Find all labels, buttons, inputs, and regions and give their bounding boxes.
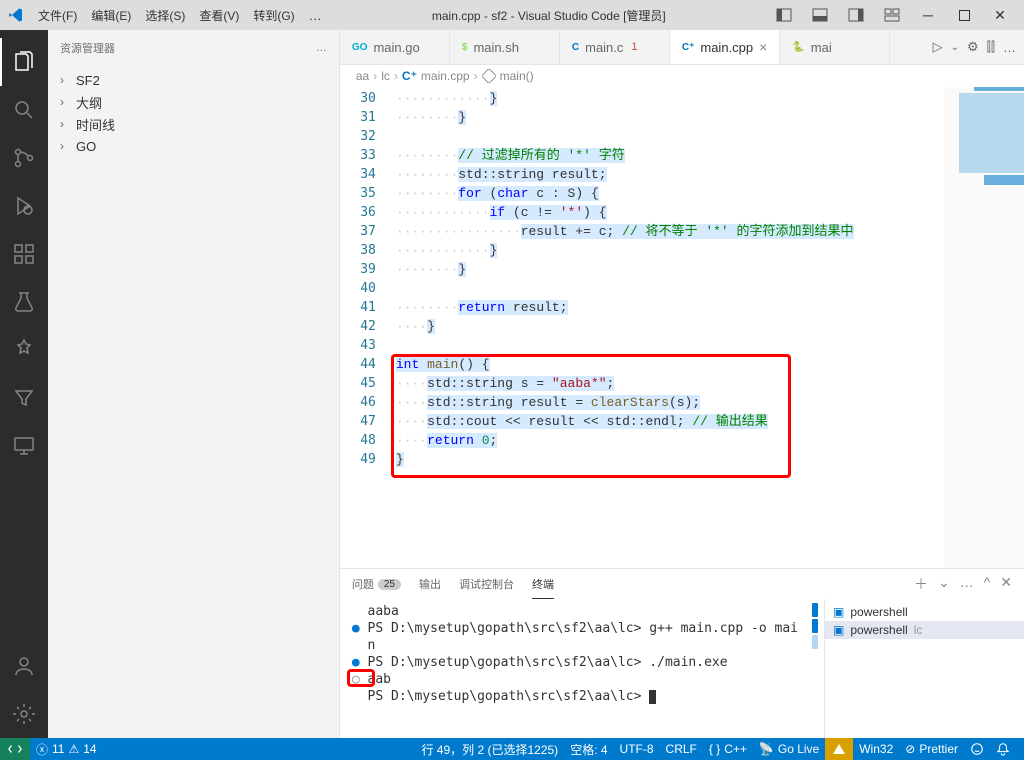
editor-tab[interactable]: C⁺main.cpp× — [670, 30, 780, 64]
panel-maximize-icon[interactable]: ^ — [984, 574, 991, 594]
menu-item[interactable]: 转到(G) — [247, 3, 300, 28]
tree-section[interactable]: ›GO — [48, 135, 339, 157]
panel-more-icon[interactable]: … — [960, 574, 974, 594]
window-title: main.cpp - sf2 - Visual Studio Code [管理员… — [330, 7, 768, 24]
settings-icon[interactable] — [0, 690, 48, 738]
minimize-button[interactable]: ─ — [912, 3, 944, 27]
close-button[interactable]: ✕ — [984, 3, 1016, 27]
menu-item[interactable]: 查看(V) — [193, 3, 245, 28]
breadcrumb-item[interactable]: main() — [500, 69, 534, 83]
breadcrumb[interactable]: aa› lc› C⁺main.cpp› main() — [340, 65, 1024, 87]
menu-overflow[interactable]: … — [301, 4, 330, 27]
golive-status[interactable]: 📡 Go Live — [753, 738, 825, 760]
panel-close-icon[interactable]: ✕ — [1000, 574, 1012, 594]
tree-section[interactable]: ›SF2 — [48, 69, 339, 91]
cursor-position[interactable]: 行 49，列 2 (已选择1225) — [415, 738, 564, 760]
panel: 问题25 输出调试控制台终端 ＋ ⌄ … ^ ✕ aaba● PS D:\myse… — [340, 568, 1024, 738]
panel-tab[interactable]: 终端 — [532, 570, 554, 599]
symbol-icon — [482, 69, 496, 83]
go-tool-icon[interactable] — [825, 738, 853, 760]
go-settings-icon[interactable] — [0, 326, 48, 374]
remote-explorer-icon[interactable] — [0, 422, 48, 470]
sidebar-title: 资源管理器 — [60, 40, 115, 56]
tab-more-icon[interactable]: … — [1003, 40, 1016, 55]
close-tab-icon[interactable]: × — [759, 39, 767, 55]
editor-tabs: GOmain.go$main.shCmain.c1C⁺main.cpp×🐍mai… — [340, 30, 1024, 65]
sidebar: 资源管理器 … ›SF2›大纲›时间线›GO — [48, 30, 340, 738]
tab-settings-icon[interactable]: ⚙ — [967, 39, 979, 55]
sidebar-header: 资源管理器 … — [48, 30, 339, 65]
editor-tab[interactable]: 🐍mai — [780, 30, 890, 64]
breadcrumb-item[interactable]: lc — [381, 69, 390, 83]
source-control-icon[interactable] — [0, 134, 48, 182]
terminal-dropdown-icon[interactable]: ⌄ — [938, 574, 950, 594]
titlebar: 文件(F)编辑(E)选择(S)查看(V)转到(G) … main.cpp - s… — [0, 0, 1024, 30]
split-editor-icon[interactable]: ⫿⫿ — [987, 39, 995, 55]
explorer-tree: ›SF2›大纲›时间线›GO — [48, 65, 339, 161]
maximize-button[interactable] — [948, 3, 980, 27]
remote-indicator[interactable] — [0, 738, 30, 760]
panel-actions: ＋ ⌄ … ^ ✕ — [914, 574, 1012, 594]
editor-tab[interactable]: GOmain.go — [340, 30, 450, 64]
testing-icon[interactable] — [0, 278, 48, 326]
terminal-instance[interactable]: ▣powershelllc — [825, 621, 1024, 639]
run-dropdown-icon[interactable]: ⌄ — [951, 42, 959, 53]
breadcrumb-item[interactable]: aa — [356, 69, 369, 83]
editor-tab[interactable]: $main.sh — [450, 30, 560, 64]
editor[interactable]: 3031323334353637383940414243444546474849… — [340, 87, 1024, 568]
vscode-logo-icon — [8, 7, 24, 23]
activity-bar — [0, 30, 48, 738]
errors-status[interactable]: ⓧ 11 ⚠ 14 — [30, 738, 103, 760]
editor-tab[interactable]: Cmain.c1 — [560, 30, 670, 64]
terminal-scroll-marks — [810, 599, 824, 738]
extensions-icon[interactable] — [0, 230, 48, 278]
powershell-icon: ▣ — [833, 605, 844, 619]
indent-status[interactable]: 空格: 4 — [564, 738, 613, 760]
filter-icon[interactable] — [0, 374, 48, 422]
run-icon[interactable]: ▷ — [933, 39, 943, 55]
editor-area: GOmain.go$main.shCmain.c1C⁺main.cpp×🐍mai… — [340, 30, 1024, 738]
panel-tab[interactable]: 问题25 — [352, 570, 401, 598]
minimap[interactable] — [944, 87, 1024, 568]
panel-tab[interactable]: 输出 — [419, 570, 441, 598]
encoding-status[interactable]: UTF-8 — [614, 738, 660, 760]
menu-item[interactable]: 编辑(E) — [85, 3, 137, 28]
eol-status[interactable]: CRLF — [660, 738, 703, 760]
accounts-icon[interactable] — [0, 642, 48, 690]
panel-tabs: 问题25 输出调试控制台终端 ＋ ⌄ … ^ ✕ — [340, 569, 1024, 599]
menu-item[interactable]: 文件(F) — [32, 3, 83, 28]
statusbar: ⓧ 11 ⚠ 14 行 49，列 2 (已选择1225) 空格: 4 UTF-8… — [0, 738, 1024, 760]
code-content[interactable]: ············}········}········// 过滤掉所有的 … — [396, 87, 944, 568]
more-icon[interactable]: … — [316, 42, 327, 54]
panel-tab[interactable]: 调试控制台 — [459, 570, 514, 598]
prettier-status[interactable]: ⊘ Prettier — [899, 738, 964, 760]
menu-item[interactable]: 选择(S) — [139, 3, 191, 28]
powershell-icon: ▣ — [833, 623, 844, 637]
search-icon[interactable] — [0, 86, 48, 134]
feedback-icon[interactable] — [964, 738, 990, 760]
tree-section[interactable]: ›时间线 — [48, 113, 339, 135]
layout-left-icon[interactable] — [768, 3, 800, 27]
layout-right-icon[interactable] — [840, 3, 872, 27]
layout-bottom-icon[interactable] — [804, 3, 836, 27]
new-terminal-icon[interactable]: ＋ — [914, 574, 928, 594]
explorer-icon[interactable] — [0, 38, 48, 86]
layout-custom-icon[interactable] — [876, 3, 908, 27]
platform-status[interactable]: Win32 — [853, 738, 899, 760]
notifications-icon[interactable] — [990, 738, 1016, 760]
menu-bar: 文件(F)编辑(E)选择(S)查看(V)转到(G) — [32, 3, 301, 28]
breadcrumb-item[interactable]: main.cpp — [421, 69, 470, 83]
language-status[interactable]: { } C++ — [703, 738, 753, 760]
title-actions: ─ ✕ — [768, 3, 1016, 27]
terminal[interactable]: aaba● PS D:\mysetup\gopath\src\sf2\aa\lc… — [340, 599, 810, 738]
run-debug-icon[interactable] — [0, 182, 48, 230]
line-numbers: 3031323334353637383940414243444546474849 — [340, 87, 396, 568]
terminal-instance[interactable]: ▣powershell — [825, 603, 1024, 621]
tree-section[interactable]: ›大纲 — [48, 91, 339, 113]
terminal-list: ▣powershell▣powershelllc — [824, 599, 1024, 738]
